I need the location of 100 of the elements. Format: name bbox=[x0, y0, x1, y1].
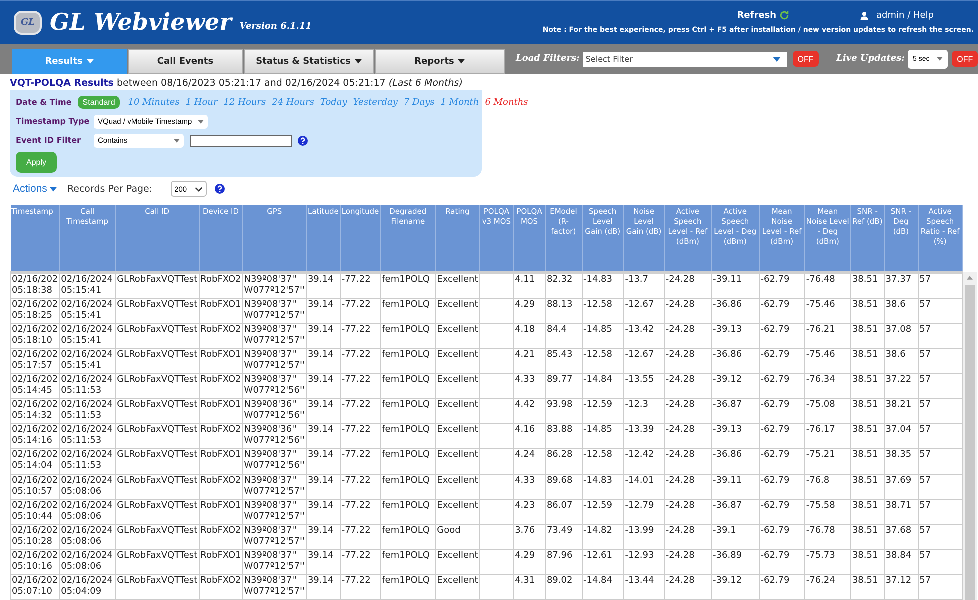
table-cell: 37.37 bbox=[886, 275, 912, 285]
table-cell: 57 bbox=[920, 325, 932, 336]
table-cell: -12.58 bbox=[584, 300, 613, 310]
table-cell: -77.22 bbox=[342, 350, 371, 360]
apply-button[interactable]: Apply bbox=[16, 152, 57, 173]
scrollbar-thumb[interactable] bbox=[965, 285, 975, 600]
table-cell: 39.14 bbox=[308, 350, 334, 360]
table-cell: -24.28 bbox=[666, 550, 695, 561]
load-filters-toggle[interactable]: OFF bbox=[792, 51, 819, 67]
table-cell: -39.11 bbox=[713, 275, 742, 285]
table-cell: 57 bbox=[920, 550, 932, 561]
table-cell: Excellent bbox=[437, 400, 478, 410]
chevron-icon bbox=[194, 186, 203, 192]
time-preset-link[interactable]: 24 Hours bbox=[272, 98, 314, 108]
table-cell: -36.86 bbox=[713, 300, 742, 310]
table-cell: 57 bbox=[920, 375, 932, 386]
table-cell: 73.49 bbox=[546, 526, 573, 536]
table-cell: -24.28 bbox=[666, 425, 695, 436]
table-cell: 37.22 bbox=[886, 375, 912, 386]
table-cell: RobFXO1 bbox=[200, 500, 242, 511]
standard-button[interactable]: Standard bbox=[78, 96, 120, 109]
filter-dropdown[interactable]: Select Filter bbox=[582, 52, 787, 66]
table-cell: 37.68 bbox=[886, 526, 912, 536]
table-cell: -36.86 bbox=[713, 450, 742, 460]
table-cell: -24.28 bbox=[666, 576, 695, 586]
date-range-note: (Last 6 Months) bbox=[388, 78, 463, 89]
table-cell: 02/16/2024 05:11:53 bbox=[61, 425, 114, 446]
table-cell: fem1POLQ bbox=[382, 476, 430, 486]
table-cell: fem1POLQ bbox=[382, 550, 430, 561]
time-preset-link[interactable]: 6 Months bbox=[485, 98, 528, 108]
table-cell: 38.51 bbox=[852, 450, 878, 460]
table-cell: 02/16/2024 05:08:06 bbox=[61, 500, 114, 522]
live-updates-toggle[interactable]: OFF bbox=[952, 51, 978, 67]
table-cell: GLRobFaxVQTTest bbox=[117, 425, 198, 436]
table-cell: -75.46 bbox=[806, 300, 836, 310]
user-help-link[interactable]: admin / Help bbox=[876, 10, 934, 20]
actions-menu[interactable]: Actions bbox=[13, 183, 58, 195]
table-cell: -77.22 bbox=[342, 425, 371, 436]
table-cell: fem1POLQ bbox=[382, 450, 430, 460]
table-cell: -62.79 bbox=[760, 476, 790, 486]
table-cell: -12.58 bbox=[584, 450, 613, 460]
table-cell: fem1POLQ bbox=[382, 576, 430, 586]
time-preset-link[interactable]: 1 Hour bbox=[186, 98, 218, 108]
event-id-input[interactable] bbox=[190, 134, 292, 146]
table-cell: -14.84 bbox=[584, 576, 613, 586]
version-label: Version 6.1.11 bbox=[240, 22, 312, 32]
table-cell: GLRobFaxVQTTest bbox=[117, 275, 198, 285]
table-cell: -24.28 bbox=[666, 325, 695, 336]
time-preset-link[interactable]: Today bbox=[320, 98, 348, 108]
table-cell: 4.42 bbox=[515, 400, 536, 410]
live-updates-label: Live Updates: bbox=[836, 54, 905, 64]
table-cell: -62.79 bbox=[760, 300, 790, 310]
table-cell: -12.3 bbox=[625, 400, 649, 410]
table-cell: -13.44 bbox=[625, 576, 654, 586]
table-cell: 02/16/2024 05:04:09 bbox=[61, 576, 114, 597]
refresh-button[interactable]: Refresh bbox=[737, 10, 790, 21]
table-cell: 93.98 bbox=[546, 400, 573, 410]
nav-tab[interactable]: Results bbox=[12, 49, 127, 74]
table-cell: 02/16/2024 05:15:41 bbox=[61, 300, 114, 322]
table-cell: 39.14 bbox=[308, 375, 334, 386]
nav-tab[interactable]: Call Events bbox=[128, 49, 243, 74]
table-cell: 38.51 bbox=[852, 300, 878, 310]
table-cell: 39.14 bbox=[308, 526, 334, 536]
time-preset-link[interactable]: 1 Month bbox=[440, 98, 480, 108]
table-cell: -39.11 bbox=[713, 476, 742, 486]
table-cell: Excellent bbox=[437, 450, 478, 460]
table-cell: N39º08'37'' W077º12'57'' bbox=[244, 300, 305, 322]
table-cell: 57 bbox=[920, 450, 932, 460]
table-cell: 37.08 bbox=[886, 325, 912, 336]
table-cell: RobFXO2 bbox=[200, 526, 242, 536]
help-icon[interactable] bbox=[214, 184, 225, 194]
nav-tab[interactable]: Status & Statistics bbox=[244, 49, 374, 74]
table-cell: -13.7 bbox=[625, 275, 649, 285]
help-icon[interactable] bbox=[298, 136, 308, 146]
time-preset-link[interactable]: 12 Hours bbox=[224, 98, 266, 108]
table-cell: -62.79 bbox=[760, 526, 790, 536]
table-cell: 38.51 bbox=[852, 526, 878, 536]
table-cell: 57 bbox=[920, 300, 932, 310]
table-cell: RobFXO1 bbox=[200, 550, 242, 561]
table-cell: 89.68 bbox=[546, 476, 573, 486]
table-cell: fem1POLQ bbox=[382, 275, 430, 285]
table-cell: 38.51 bbox=[852, 375, 878, 386]
nav-tab[interactable]: Reports bbox=[375, 49, 505, 74]
table-cell: N39º08'37'' W077º12'57'' bbox=[244, 275, 305, 296]
table-cell: 37.04 bbox=[886, 425, 912, 436]
table-cell: -12.93 bbox=[625, 550, 654, 561]
table-cell: 02/16/2024 05:11:53 bbox=[61, 375, 114, 396]
scrollbar[interactable] bbox=[963, 272, 977, 600]
table-cell: 4.23 bbox=[515, 500, 536, 511]
table-cell: 38.51 bbox=[852, 576, 878, 586]
time-preset-link[interactable]: 10 Minutes bbox=[128, 98, 180, 108]
table-cell: 4.31 bbox=[515, 576, 536, 586]
table-cell: RobFXO2 bbox=[200, 325, 242, 336]
time-preset-link[interactable]: 7 Days bbox=[404, 98, 435, 108]
table-cell: -39.12 bbox=[713, 375, 742, 386]
table-cell: GLRobFaxVQTTest bbox=[117, 550, 198, 561]
table-cell: N39º08'37'' W077º12'57'' bbox=[244, 325, 305, 346]
time-preset-link[interactable]: Yesterday bbox=[353, 98, 398, 108]
table-cell: N39º08'37'' W077º12'56'' bbox=[244, 450, 305, 472]
table-cell: N39º08'36'' W077º12'56'' bbox=[244, 425, 305, 446]
